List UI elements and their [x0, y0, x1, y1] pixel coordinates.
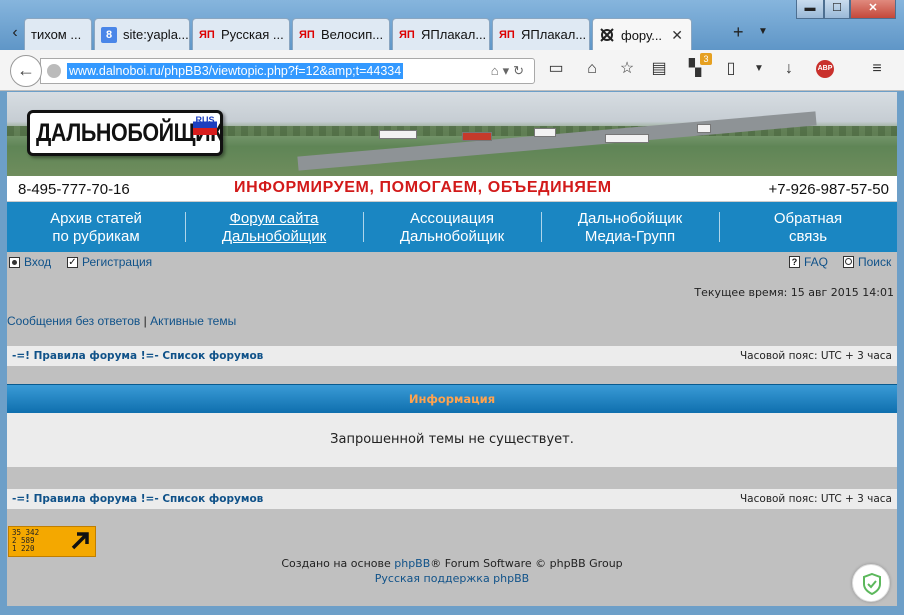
menu-item-forum[interactable]: Форум сайта Дальнобойщик [185, 202, 363, 252]
register-label: Регистрация [82, 255, 153, 269]
slogan: ИНФОРМИРУЕМ, ПОМОГАЕМ, ОБЪЕДИНЯЕМ [234, 179, 612, 196]
url-bar[interactable]: www.dalnoboi.ru/phpBB3/viewtopic.php?f=1… [40, 58, 535, 84]
counter-values: 35 342 2 589 1 220 [12, 528, 40, 553]
tab-4[interactable]: ЯП Велосип... [292, 18, 390, 50]
register-link[interactable]: ✓ Регистрация [67, 255, 152, 269]
yap-icon: ЯП [399, 28, 415, 41]
tab-label: ЯПлакал... [421, 27, 487, 42]
maximize-button[interactable]: ☐ [824, 0, 850, 19]
active-topics-link[interactable]: Активные темы [150, 314, 236, 328]
footer-credits: Создано на основе phpBB® Forum Software … [7, 557, 897, 570]
clipboard-icon[interactable]: ▯ [720, 58, 742, 80]
tab-scroll-left-icon[interactable]: ‹ [4, 22, 26, 44]
timezone: Часовой пояс: UTC + 3 часа [739, 350, 892, 362]
breadcrumb-bar-top: -=! Правила форума !=- Список форумов Ча… [7, 346, 897, 366]
tab-label: фору... [621, 27, 663, 43]
home-icon[interactable]: ⌂ [581, 58, 603, 80]
visitor-counter[interactable]: 35 342 2 589 1 220 [8, 526, 96, 557]
faq-question-icon: ? [789, 256, 800, 268]
menu-item-association[interactable]: Ассоциация Дальнобойщик [363, 202, 541, 252]
main-menu: Архив статей по рубрикам Форум сайта Дал… [7, 202, 897, 252]
url-action-icons[interactable]: ⌂▾↻ [491, 63, 528, 79]
yap-icon: ЯП [499, 28, 515, 41]
yap-icon: ЯП [299, 28, 315, 41]
dropdown-chevron-icon[interactable]: ▼ [748, 58, 770, 80]
search-link[interactable]: Поиск [843, 255, 891, 269]
tab-label: Велосип... [321, 27, 384, 42]
reader-view-icon[interactable]: ▭ [545, 58, 567, 80]
url-text[interactable]: www.dalnoboi.ru/phpBB3/viewtopic.php?f=1… [67, 63, 404, 79]
tab-6[interactable]: ЯП ЯПлакал... [492, 18, 590, 50]
login-link[interactable]: Вход [9, 255, 51, 269]
yap-icon: ЯП [199, 28, 215, 41]
tab-1[interactable]: тихом ... [24, 18, 92, 50]
tab-2[interactable]: 8 site:yapla... [94, 18, 190, 50]
faq-link[interactable]: ? FAQ [789, 255, 828, 269]
tab-label: ЯПлакал... [521, 27, 587, 42]
globe-icon [47, 64, 61, 78]
info-message: Запрошенной темы не существует. [7, 413, 897, 467]
footer-suffix: ® Forum Software © phpBB Group [430, 557, 623, 570]
menu-hamburger-icon[interactable]: ≡ [866, 58, 888, 80]
footer-prefix: Создано на основе [281, 557, 395, 570]
search-label: Поиск [858, 255, 892, 269]
menu-item-feedback[interactable]: Обратная связь [719, 202, 897, 252]
banner-truck [605, 134, 649, 143]
new-tab-button[interactable]: + [733, 22, 744, 43]
close-tab-icon[interactable]: ✕ [671, 27, 683, 44]
phpbb-link[interactable]: phpBB [394, 557, 430, 570]
phone-left: 8-495-777-70-16 [18, 181, 130, 198]
banner-truck [697, 124, 711, 133]
quick-links-separator: | [143, 314, 147, 328]
contact-bar: 8-495-777-70-16 ИНФОРМИРУЕМ, ПОМОГАЕМ, О… [7, 176, 897, 202]
unanswered-link[interactable]: Сообщения без ответов [7, 314, 140, 328]
tab-label: тихом ... [31, 27, 82, 42]
tab-list-chevron-down-icon[interactable]: ▼ [758, 26, 768, 37]
tab-7-active[interactable]: фору... ✕ [592, 18, 692, 51]
login-label: Вход [24, 255, 52, 269]
security-shield-icon[interactable] [852, 564, 890, 602]
back-button[interactable]: ← [10, 55, 42, 87]
tab-label: Русская ... [221, 27, 284, 42]
tab-label: site:yapla... [123, 27, 189, 42]
extension-badge: 3 [700, 53, 712, 65]
web-page: ДАЛЬНОБОЙЩИК RUS 8-495-777-70-16 ИНФОРМИ… [7, 92, 897, 606]
forum-top-links: Вход ✓ Регистрация ? FAQ Поиск [7, 255, 897, 273]
site-logo[interactable]: ДАЛЬНОБОЙЩИК RUS [27, 110, 223, 156]
logo-sub: RUS [195, 115, 215, 125]
download-icon[interactable]: ↓ [778, 58, 800, 80]
support-link[interactable]: Русская поддержка phpBB [7, 572, 897, 585]
timezone: Часовой пояс: UTC + 3 часа [739, 493, 892, 505]
menu-item-media-group[interactable]: Дальнобойщик Медиа-Групп [541, 202, 719, 252]
close-window-button[interactable]: ✕ [850, 0, 896, 19]
phone-right: +7-926-987-57-50 [768, 181, 889, 198]
banner-truck [534, 128, 556, 137]
login-icon [9, 256, 20, 268]
bookmarks-list-icon[interactable]: ▤ [648, 58, 670, 80]
breadcrumb[interactable]: -=! Правила форума !=- Список форумов [12, 493, 263, 505]
tab-3[interactable]: ЯП Русская ... [192, 18, 290, 50]
faq-label: FAQ [804, 255, 829, 269]
tab-bar: ‹ тихом ... 8 site:yapla... ЯП Русская .… [0, 0, 904, 51]
current-time: Текущее время: 15 авг 2015 14:01 [694, 286, 894, 299]
logo-rus-flag: RUS [193, 115, 217, 135]
forum-icon [599, 27, 615, 43]
info-panel-header: Информация [7, 384, 897, 413]
site-banner: ДАЛЬНОБОЙЩИК RUS [7, 92, 897, 176]
banner-road [297, 111, 817, 171]
banner-truck [462, 132, 492, 141]
tab-5[interactable]: ЯП ЯПлакал... [392, 18, 490, 50]
google-icon: 8 [101, 26, 117, 43]
register-check-icon: ✓ [67, 256, 78, 268]
menu-item-archive[interactable]: Архив статей по рубрикам [7, 202, 185, 252]
arrow-up-right-icon [71, 532, 89, 550]
breadcrumb-bar-bottom: -=! Правила форума !=- Список форумов Ча… [7, 489, 897, 509]
bookmark-star-icon[interactable]: ☆ [616, 58, 638, 80]
adblock-icon[interactable]: ABP [816, 60, 834, 78]
minimize-button[interactable]: ▬ [796, 0, 824, 19]
quick-links: Сообщения без ответов | Активные темы [7, 314, 236, 328]
breadcrumb[interactable]: -=! Правила форума !=- Список форумов [12, 350, 263, 362]
banner-truck [379, 130, 417, 139]
search-icon [843, 256, 854, 268]
